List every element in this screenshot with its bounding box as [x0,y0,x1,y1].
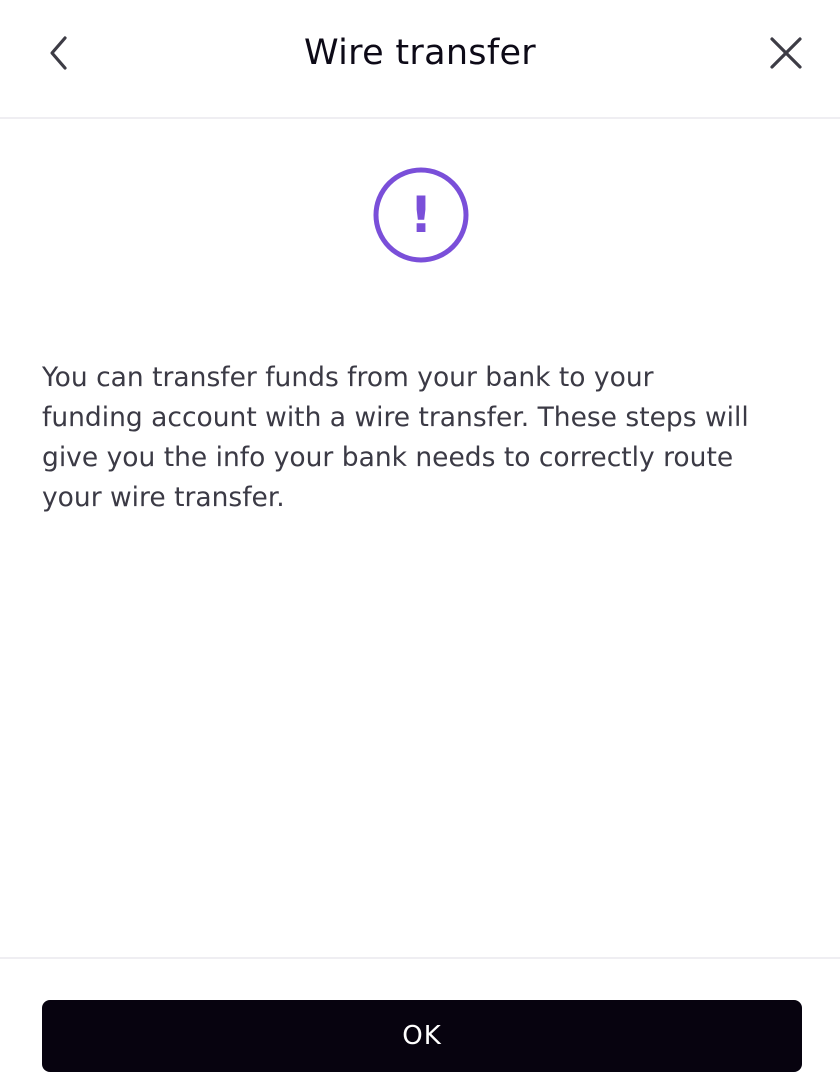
footer: OK [0,957,840,1092]
info-message: You can transfer funds from your bank to… [42,362,749,513]
close-icon [770,37,802,69]
chevron-left-icon [50,36,67,70]
header: Wire transfer [0,0,840,119]
page-title: Wire transfer [304,33,536,73]
wire-transfer-screen: Wire transfer ! You can transfer funds f… [0,0,840,1092]
exclamation-glyph: ! [410,186,433,244]
exclamation-circle-icon: ! [373,167,469,263]
close-button[interactable] [761,28,811,78]
back-button[interactable] [34,28,84,78]
ok-button[interactable]: OK [42,1000,802,1072]
